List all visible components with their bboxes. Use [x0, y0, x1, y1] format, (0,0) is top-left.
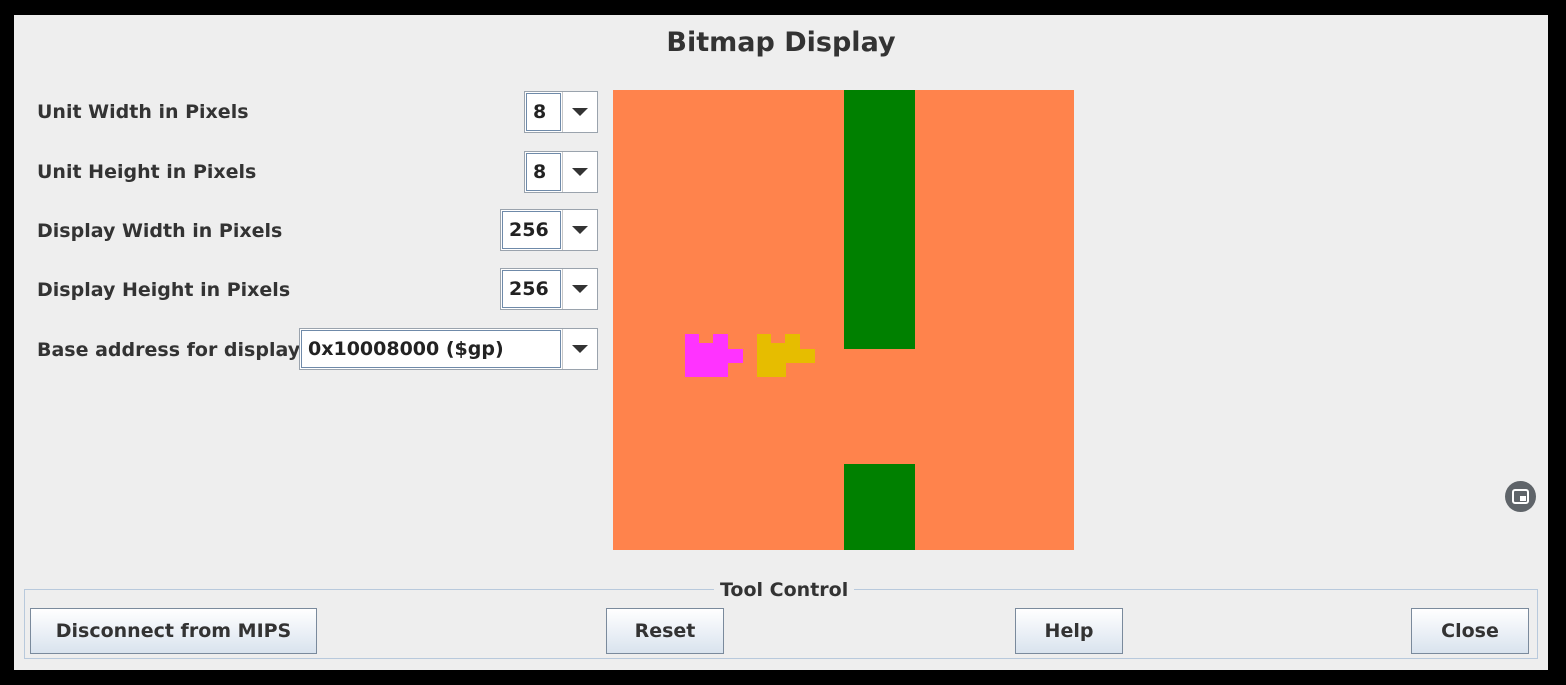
- display-height-label: Display Height in Pixels: [37, 279, 291, 301]
- chevron-down-icon: [572, 226, 588, 234]
- close-button[interactable]: Close: [1411, 608, 1529, 654]
- window-title: Bitmap Display: [666, 27, 896, 58]
- unit-width-label: Unit Width in Pixels: [37, 101, 249, 123]
- unit-height-value: 8: [526, 153, 561, 191]
- display-width-value: 256: [502, 211, 561, 249]
- display-width-dropdown-button[interactable]: [562, 210, 597, 250]
- base-address-select[interactable]: 0x10008000 ($gp): [299, 328, 598, 370]
- help-button[interactable]: Help: [1015, 608, 1123, 654]
- base-address-value: 0x10008000 ($gp): [301, 330, 561, 368]
- bitmap-display-window: Bitmap Display Unit Width in Pixels 8 Un…: [14, 15, 1548, 670]
- pipe-bottom: [844, 464, 915, 550]
- reset-button[interactable]: Reset: [606, 608, 724, 654]
- disconnect-button[interactable]: Disconnect from MIPS: [30, 608, 317, 654]
- unit-width-select[interactable]: 8: [524, 91, 598, 133]
- bitmap-canvas: [613, 90, 1074, 550]
- magenta-sprite: [685, 334, 743, 377]
- chevron-down-icon: [572, 168, 588, 176]
- display-width-label: Display Width in Pixels: [37, 220, 283, 242]
- display-height-value: 256: [502, 270, 561, 308]
- bitmap-pixels: [685, 90, 915, 550]
- unit-height-label: Unit Height in Pixels: [37, 161, 257, 183]
- pipe-top: [844, 90, 915, 349]
- base-address-label: Base address for display: [37, 339, 301, 361]
- display-height-dropdown-button[interactable]: [562, 269, 597, 309]
- unit-width-dropdown-button[interactable]: [562, 92, 597, 132]
- picture-in-picture-icon[interactable]: [1505, 481, 1536, 512]
- display-height-select[interactable]: 256: [500, 268, 598, 310]
- chevron-down-icon: [572, 285, 588, 293]
- yellow-sprite: [757, 334, 815, 377]
- chevron-down-icon: [572, 108, 588, 116]
- base-address-dropdown-button[interactable]: [562, 329, 597, 369]
- tool-control-legend: Tool Control: [714, 579, 855, 601]
- unit-width-value: 8: [526, 93, 561, 131]
- unit-height-select[interactable]: 8: [524, 151, 598, 193]
- display-width-select[interactable]: 256: [500, 209, 598, 251]
- chevron-down-icon: [572, 345, 588, 353]
- pip-glyph: [1512, 489, 1529, 504]
- unit-height-dropdown-button[interactable]: [562, 152, 597, 192]
